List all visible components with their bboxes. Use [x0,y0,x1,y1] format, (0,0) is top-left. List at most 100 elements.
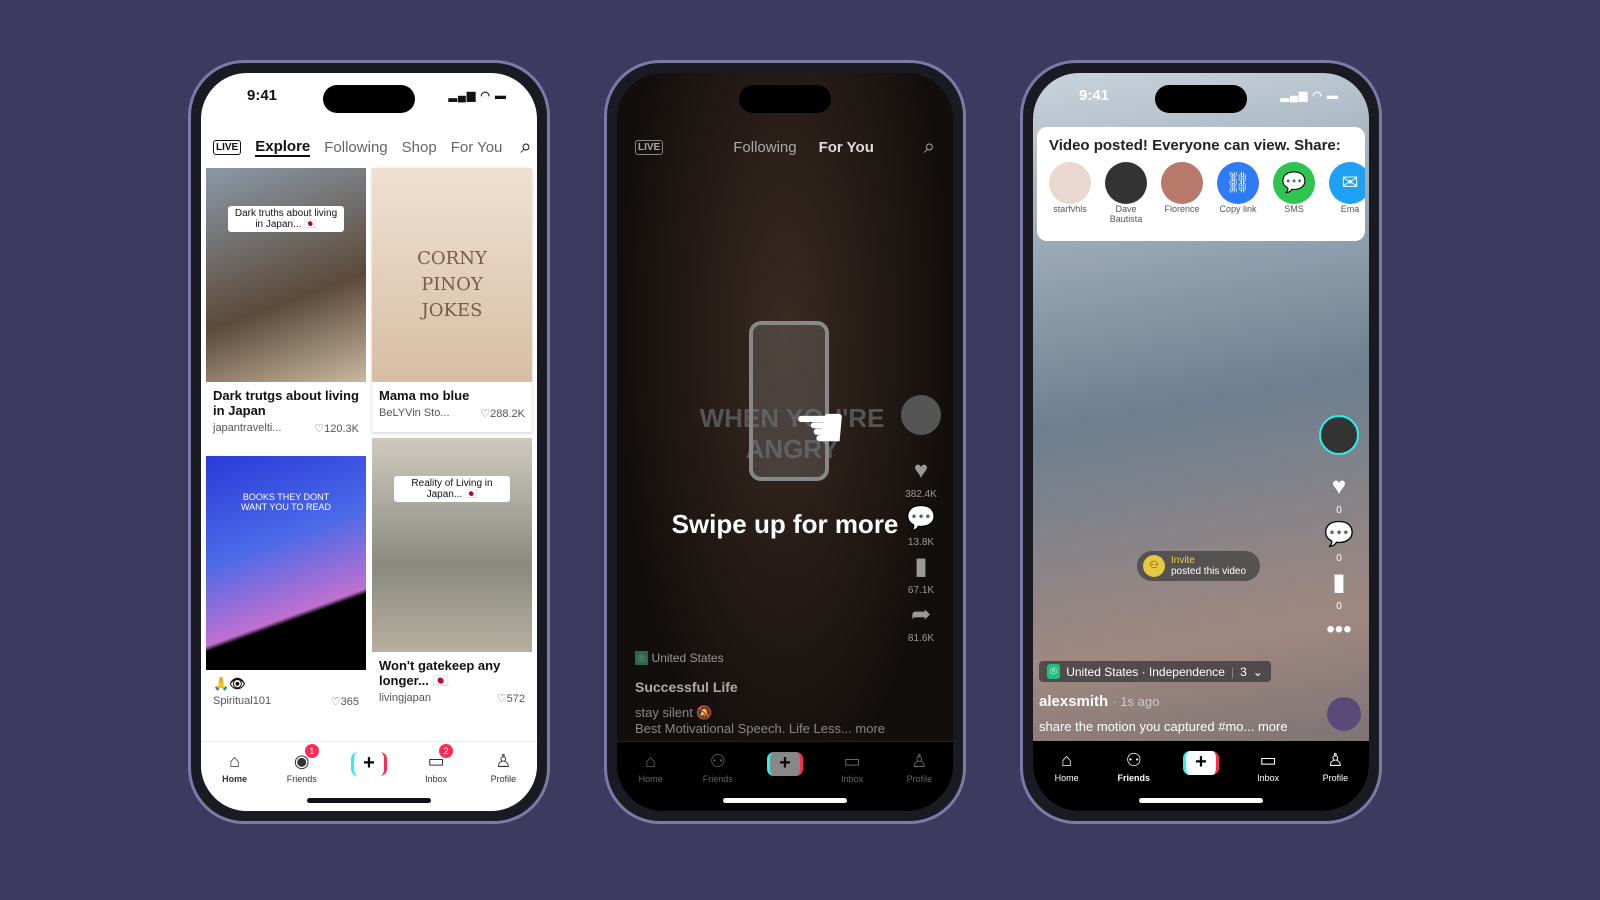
video-title: Successful Life [635,679,738,695]
friends-icon: ⚇ [1125,750,1142,770]
tab-home[interactable]: ⌂ Home [626,750,676,811]
dynamic-island [1155,85,1247,113]
heart-icon: ♡ [330,696,341,708]
invite-icon: ⚇ [1143,555,1165,577]
home-icon: ⌂ [645,751,657,771]
tab-explore[interactable]: Explore [255,138,311,157]
username[interactable]: alexsmith [1039,693,1108,710]
card-author[interactable]: BeLYVin Sto... [379,407,450,420]
home-icon: ⌂ [1061,750,1073,770]
video-card[interactable]: Reality of Living in Japan... 🇯🇵 Won't g… [372,438,532,738]
inbox-icon: ▭ [843,751,861,771]
hand-pointer-icon: ☚ [793,394,847,461]
tab-following[interactable]: Following [733,139,796,156]
avatar [1049,162,1091,204]
card-overlay-text: CORNY PINOY JOKES [417,248,487,321]
card-overlay-text: Reality of Living in Japan... 🇯🇵 [394,476,510,502]
video-card[interactable]: Dark truths about living in Japan... 🇯🇵 … [206,168,366,450]
link-icon: ⛓ [1217,162,1259,204]
bookmark-icon[interactable]: ▮ [914,552,927,581]
more-icon[interactable]: ••• [1326,616,1351,644]
search-icon[interactable]: ⌕ [520,136,531,159]
tab-home[interactable]: ⌂ Home [1042,749,1092,811]
clock: 9:41 [247,87,278,104]
plus-icon: + [766,752,803,776]
share-target-starfvhls[interactable]: starfvhls [1049,162,1091,224]
creator-avatar[interactable] [901,395,941,435]
comment-icon[interactable]: 💬 [906,504,936,533]
video-card[interactable]: BOOKS THEY DONT WANT YOU TO READ 🙏👁 Spir… [206,456,366,738]
card-overlay-text: BOOKS THEY DONT WANT YOU TO READ [240,492,332,512]
card-likes: ♡365 [330,696,359,708]
location-pin-icon: ⌾ [635,651,649,665]
plus-icon: + [1182,751,1219,775]
heart-icon: ♡ [496,693,507,705]
home-icon: ⌂ [229,751,241,771]
card-likes: ♡120.3K [314,423,359,435]
friends-badge: 1 [304,744,319,758]
comment-icon[interactable]: 💬 [1324,520,1354,549]
live-icon[interactable]: LIVE [635,139,664,155]
share-target-florence[interactable]: Florence [1161,162,1203,224]
sms-button[interactable]: 💬 SMS [1273,162,1315,224]
for-you-screen: LIVE Following For You ⌕ WHEN YOU'RE ANG… [617,73,953,811]
card-author[interactable]: livingjapan [379,692,431,705]
card-author[interactable]: Spiritual101 [213,695,271,708]
creator-avatar[interactable] [1319,415,1359,455]
tab-for-you[interactable]: For You [451,139,503,156]
phone-explore: 9:41 ▂▄▆ ◠ ▬ LIVE Explore Following Shop… [188,60,550,824]
explore-screen: 9:41 ▂▄▆ ◠ ▬ LIVE Explore Following Shop… [201,73,537,811]
tab-following[interactable]: Following [324,139,387,156]
home-indicator [307,798,431,803]
heart-icon[interactable]: ♥ [914,457,928,485]
music-disc[interactable] [1327,697,1361,731]
tab-profile[interactable]: ♙ Profile [478,750,528,811]
live-icon[interactable]: LIVE [213,139,242,155]
bookmark-icon[interactable]: ▮ [1332,568,1345,597]
profile-icon: ♙ [495,751,512,771]
plus-icon: + [350,752,387,776]
location-tag[interactable]: ⌾ United States [635,651,724,666]
tab-profile[interactable]: ♙ Profile [894,750,944,811]
share-title: Video posted! Everyone can view. Share: [1049,137,1341,154]
phone-posted: 9:41 ▂▄▆ ◠ ▬ Video posted! Everyone can … [1020,60,1382,824]
card-title: 🙏👁 [213,676,246,691]
card-title: Mama mo blue [379,388,470,403]
inbox-icon: ▭ [1259,750,1277,770]
tab-shop[interactable]: Shop [402,139,437,156]
invite-pill[interactable]: ⚇ Invite posted this video [1137,551,1261,581]
avatar [1161,162,1203,204]
location-pin-icon: ⌾ [1047,664,1061,679]
mail-icon: ✉ [1329,162,1365,204]
profile-icon: ♙ [911,751,928,771]
heart-icon: ♡ [314,423,325,435]
signal-wifi-battery-icon: ▂▄▆ ◠ ▬ [1280,90,1339,102]
share-icon[interactable]: ➦ [911,600,931,629]
inbox-badge: 2 [439,744,454,758]
share-target-dave-bautista[interactable]: Dave Bautista [1105,162,1147,224]
signal-wifi-battery-icon: ▂▄▆ ◠ ▬ [448,90,507,102]
location-tag[interactable]: ⌾ United States · Independence | 3 ⌄ [1039,661,1271,682]
profile-icon: ♙ [1327,750,1344,770]
tab-home[interactable]: ⌂ Home [210,750,260,811]
email-button[interactable]: ✉ Ema [1329,162,1365,224]
video-card[interactable]: CORNY PINOY JOKES Mama mo blue BeLYVin S… [372,168,532,432]
card-author[interactable]: japantravelti... [213,422,281,435]
copy-link-button[interactable]: ⛓ Copy link [1217,162,1259,224]
phone-for-you: LIVE Following For You ⌕ WHEN YOU'RE ANG… [604,60,966,824]
caption[interactable]: share the motion you captured #mo... mor… [1039,719,1288,734]
share-panel: Video posted! Everyone can view. Share: … [1037,127,1365,241]
tab-for-you[interactable]: For You [819,139,874,156]
dynamic-island [739,85,831,113]
card-title: Dark trutgs about living in Japan [213,388,359,418]
tab-profile[interactable]: ♙ Profile [1310,749,1360,811]
search-icon[interactable]: ⌕ [924,136,935,159]
caption-line[interactable]: Best Motivational Speech. Life Less... m… [635,721,885,736]
caption-line: stay silent 🔕 [635,705,713,720]
sms-icon: 💬 [1273,162,1315,204]
heart-icon[interactable]: ♥ [1332,473,1346,501]
dynamic-island [323,85,415,113]
avatar [1105,162,1147,204]
clock: 9:41 [1079,87,1110,104]
home-indicator [1139,798,1263,803]
